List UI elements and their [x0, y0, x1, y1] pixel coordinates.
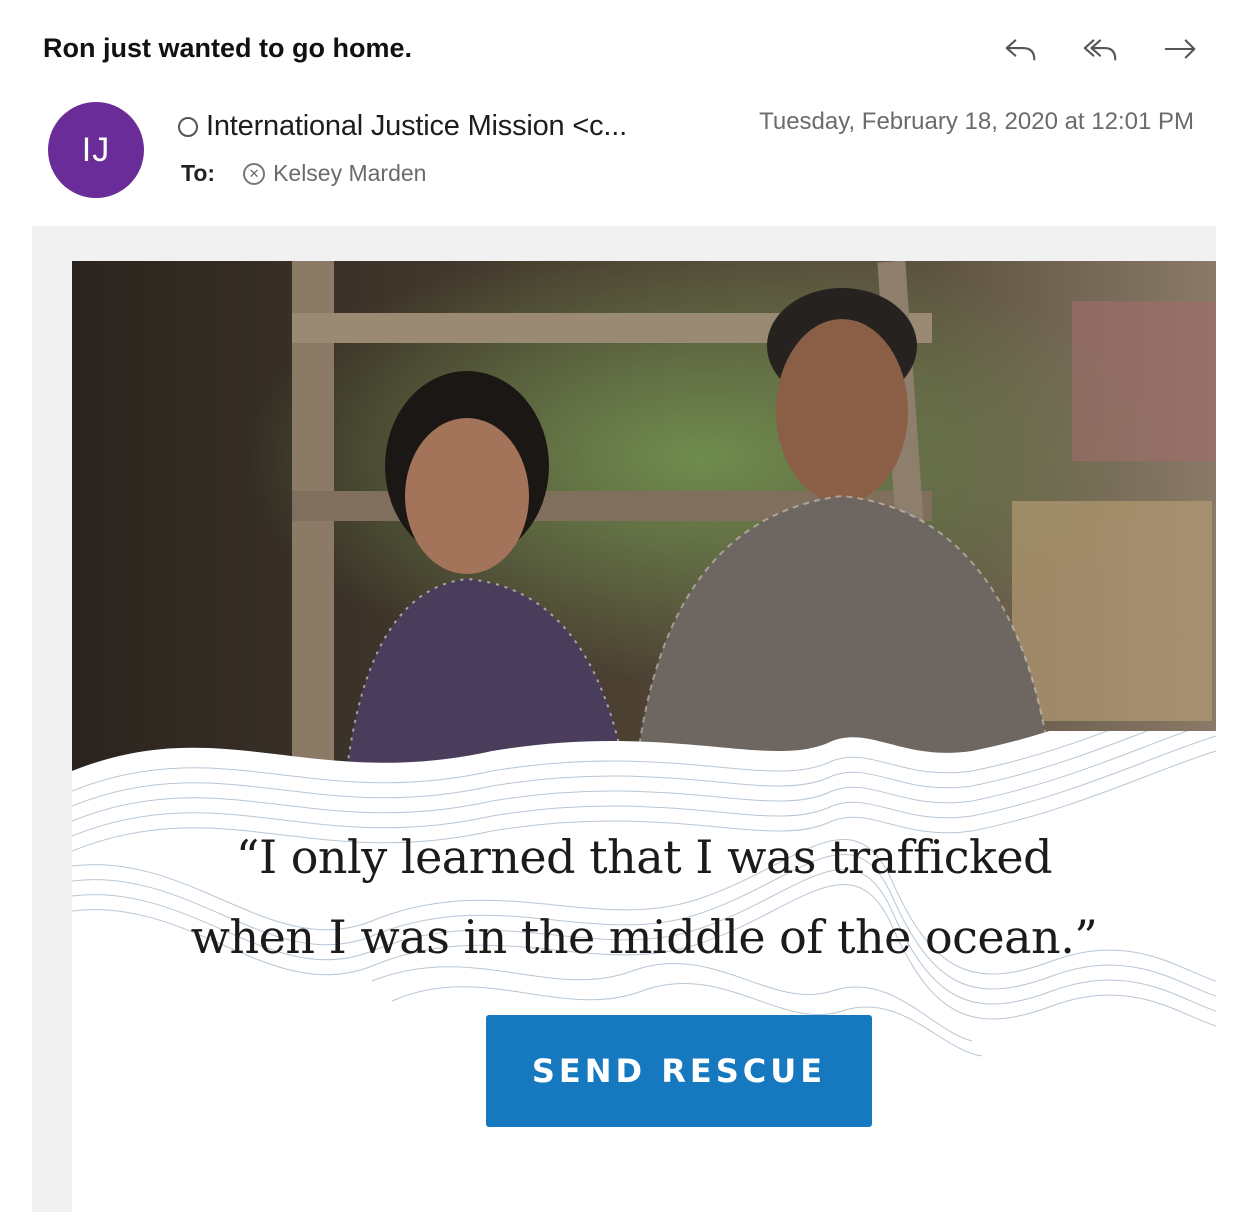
send-rescue-button[interactable]: SEND RESCUE: [486, 1015, 872, 1127]
reply-button[interactable]: [996, 32, 1046, 66]
email-content-area: “I only learned that I was trafficked wh…: [32, 226, 1216, 1212]
message-subject: Ron just wanted to go home.: [43, 33, 412, 63]
quote-text: “I only learned that I was trafficked wh…: [72, 817, 1216, 977]
sender-row: International Justice Mission <c...: [178, 110, 627, 143]
unread-status-icon[interactable]: [178, 116, 198, 137]
message-date: Tuesday, February 18, 2020 at 12:01 PM: [759, 108, 1194, 135]
recipient-name: Kelsey Marden: [273, 160, 427, 186]
sender-avatar: IJ: [48, 102, 144, 198]
quote-line-2: when I was in the middle of the ocean.”: [190, 910, 1098, 964]
recipient-row: To: ✕ Kelsey Marden: [181, 160, 426, 187]
to-label: To:: [181, 160, 216, 186]
email-body: “I only learned that I was trafficked wh…: [72, 261, 1216, 1212]
sender-name[interactable]: International Justice Mission <c...: [206, 110, 627, 143]
quote-line-1: “I only learned that I was trafficked: [235, 830, 1053, 884]
reply-icon: [1005, 39, 1036, 61]
forward-icon: [1164, 39, 1196, 59]
reply-all-button[interactable]: [1076, 32, 1126, 66]
remove-recipient-icon[interactable]: ✕: [243, 162, 266, 185]
recipient-chip[interactable]: ✕ Kelsey Marden: [243, 160, 426, 187]
reply-all-icon: [1083, 39, 1117, 61]
message-actions: [996, 32, 1206, 66]
forward-button[interactable]: [1156, 32, 1206, 66]
